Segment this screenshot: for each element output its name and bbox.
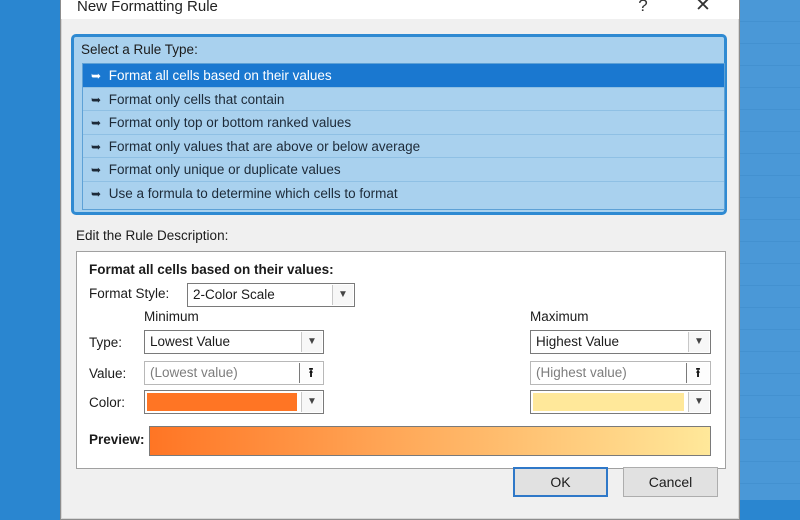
rule-type-group: Select a Rule Type: ➥ Format all cells b…: [71, 34, 727, 215]
rule-item-unique-duplicate[interactable]: ➥ Format only unique or duplicate values: [83, 158, 724, 182]
rule-type-label: Select a Rule Type:: [81, 42, 198, 57]
rule-item-label: Format only values that are above or bel…: [108, 138, 421, 154]
rule-item-use-formula[interactable]: ➥ Use a formula to determine which cells…: [83, 182, 724, 206]
type-label: Type:: [89, 335, 123, 350]
maximum-value-placeholder: (Highest value): [536, 365, 627, 380]
rule-item-above-below-average[interactable]: ➥ Format only values that are above or b…: [83, 135, 724, 158]
rule-item-format-all-cells[interactable]: ➥ Format all cells based on their values: [83, 64, 724, 88]
collapse-dialog-icon[interactable]: ⭱: [299, 363, 322, 383]
arrow-icon: ➥: [91, 139, 102, 154]
color-scale-preview: [149, 426, 711, 456]
new-formatting-rule-dialog: New Formatting Rule ? ✕ Select a Rule Ty…: [60, 0, 740, 520]
minimum-color-swatch: [147, 393, 297, 411]
rule-item-label: Format all cells based on their values: [108, 68, 332, 83]
chevron-down-icon: ▼: [301, 332, 322, 352]
maximum-header: Maximum: [530, 309, 589, 324]
edit-rule-description-label: Edit the Rule Description:: [76, 228, 229, 243]
rule-item-label: Use a formula to determine which cells t…: [108, 185, 398, 201]
close-button[interactable]: ✕: [683, 0, 723, 17]
arrow-icon: ➥: [91, 186, 102, 201]
rule-item-label: Format only cells that contain: [108, 91, 285, 107]
maximum-color-picker[interactable]: ▼: [530, 390, 711, 414]
dialog-title: New Formatting Rule: [77, 0, 218, 15]
spreadsheet-grid-background: [735, 0, 800, 500]
chevron-down-icon: ▼: [332, 285, 353, 305]
maximum-color-swatch: [533, 393, 684, 411]
ok-button[interactable]: OK: [513, 467, 608, 497]
format-style-label: Format Style:: [89, 286, 170, 301]
minimum-type-value: Lowest Value: [150, 334, 231, 349]
chevron-down-icon: ▼: [688, 392, 709, 412]
minimum-value-input[interactable]: (Lowest value) ⭱: [144, 361, 324, 385]
format-style-dropdown[interactable]: 2-Color Scale ▼: [187, 283, 355, 307]
rule-item-label: Format only unique or duplicate values: [108, 162, 341, 177]
rule-item-top-bottom-ranked[interactable]: ➥ Format only top or bottom ranked value…: [83, 111, 724, 135]
chevron-down-icon: ▼: [301, 392, 322, 412]
rule-item-cells-that-contain[interactable]: ➥ Format only cells that contain: [83, 88, 724, 111]
maximum-value-input[interactable]: (Highest value) ⭱: [530, 361, 711, 385]
rule-type-list[interactable]: ➥ Format all cells based on their values…: [82, 63, 725, 210]
preview-label: Preview:: [89, 432, 145, 447]
arrow-icon: ➥: [91, 163, 102, 177]
maximum-type-dropdown[interactable]: Highest Value ▼: [530, 330, 711, 354]
collapse-dialog-icon[interactable]: ⭱: [686, 363, 709, 383]
title-bar: New Formatting Rule ? ✕: [61, 0, 739, 19]
color-label: Color:: [89, 395, 126, 410]
minimum-value-placeholder: (Lowest value): [150, 365, 238, 380]
description-heading: Format all cells based on their values:: [89, 262, 334, 277]
value-label: Value:: [89, 366, 127, 381]
minimum-header: Minimum: [144, 309, 199, 324]
minimum-type-dropdown[interactable]: Lowest Value ▼: [144, 330, 324, 354]
format-style-value: 2-Color Scale: [193, 287, 275, 302]
arrow-icon: ➥: [91, 116, 102, 130]
chevron-down-icon: ▼: [688, 332, 709, 352]
maximum-type-value: Highest Value: [536, 334, 620, 349]
rule-description-panel: Format all cells based on their values: …: [76, 251, 726, 469]
arrow-icon: ➥: [91, 69, 102, 83]
cancel-button[interactable]: Cancel: [623, 467, 718, 497]
rule-item-label: Format only top or bottom ranked values: [108, 115, 352, 130]
help-button[interactable]: ?: [623, 0, 663, 17]
minimum-color-picker[interactable]: ▼: [144, 390, 324, 414]
arrow-icon: ➥: [91, 92, 102, 107]
